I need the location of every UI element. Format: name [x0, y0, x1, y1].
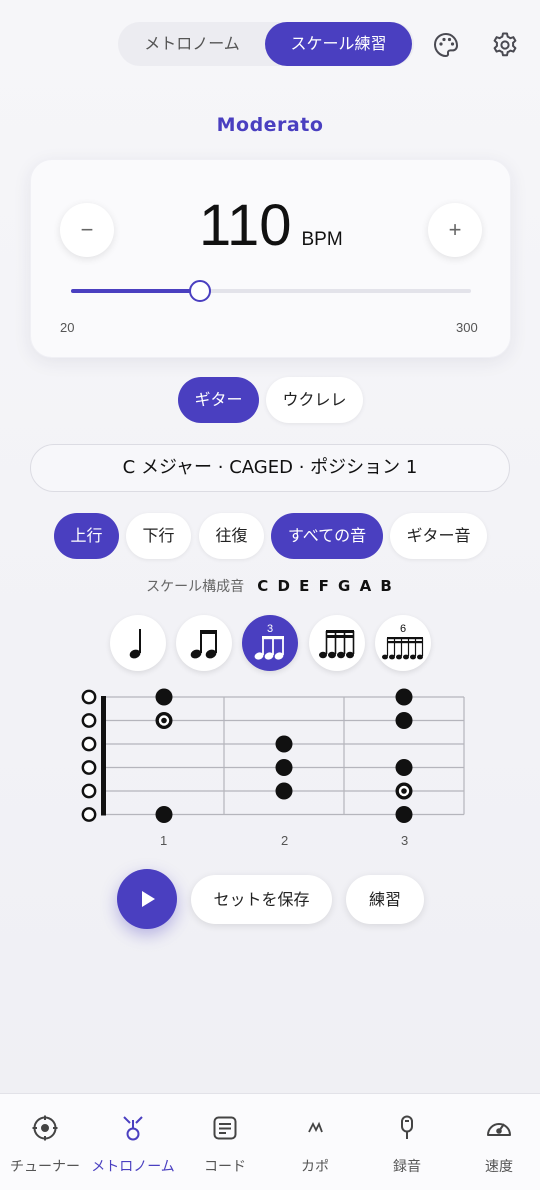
nav-speed[interactable]: 速度 — [454, 1094, 540, 1190]
open-string-marker — [81, 760, 97, 775]
scale-notes-value: C D E F G A B — [257, 577, 394, 595]
scale-note-marker — [275, 735, 293, 753]
nav-capo[interactable]: カポ — [270, 1094, 360, 1190]
triplet-icon[interactable]: 3 — [242, 615, 298, 671]
instrument-ukulele[interactable]: ウクレレ — [266, 377, 363, 423]
gear-icon[interactable] — [487, 27, 523, 63]
chord-icon — [211, 1114, 239, 1142]
notes-all[interactable]: すべての音 — [271, 513, 383, 559]
triplet-number: 3 — [267, 623, 273, 635]
decrease-bpm-button[interactable]: − — [60, 203, 114, 257]
fret-number: 1 — [160, 833, 168, 848]
sextuplet-number: 6 — [400, 623, 406, 635]
palette-icon[interactable] — [428, 27, 464, 63]
scale-note-marker — [155, 688, 173, 706]
bpm-slider-fill — [71, 289, 200, 293]
save-set-button[interactable]: セットを保存 — [191, 875, 332, 924]
bpm-display: 110 BPM — [199, 192, 343, 262]
quarter-note-icon[interactable] — [110, 615, 166, 671]
instrument-guitar[interactable]: ギター — [178, 377, 259, 423]
play-icon — [142, 891, 155, 907]
nut — [101, 696, 106, 816]
fret-number: 2 — [281, 833, 289, 848]
nav-label: チューナー — [10, 1159, 80, 1175]
speedometer-icon — [484, 1114, 514, 1142]
notes-guitar-tones[interactable]: ギター音 — [390, 513, 487, 559]
nav-label: メトロノーム — [91, 1159, 175, 1175]
nav-label: コード — [204, 1159, 246, 1175]
bpm-min-label: 20 — [60, 320, 75, 335]
nav-label: 録音 — [393, 1159, 421, 1175]
open-string-marker — [81, 807, 97, 822]
tuner-icon — [31, 1114, 59, 1142]
open-string-marker — [81, 689, 97, 705]
scale-selector[interactable]: C メジャー · CAGED · ポジション 1 — [30, 444, 510, 492]
bottom-navigation: チューナー メトロノーム コード カポ 録音 速度 — [0, 1093, 540, 1190]
bpm-slider-thumb[interactable] — [188, 280, 211, 302]
bpm-card: − 110 BPM + 20 300 — [30, 159, 511, 358]
scale-note-marker — [155, 806, 173, 823]
tab-metronome[interactable]: メトロノーム — [118, 22, 266, 66]
nav-recording[interactable]: 録音 — [362, 1094, 452, 1190]
increase-bpm-button[interactable]: + — [428, 203, 482, 257]
microphone-icon — [393, 1114, 421, 1142]
tempo-marking: Moderato — [216, 114, 324, 136]
open-string-marker — [81, 713, 97, 728]
open-string-marker — [81, 783, 97, 799]
root-note-center — [161, 717, 167, 724]
fretboard-diagram — [81, 688, 465, 823]
metronome-icon — [119, 1114, 147, 1142]
play-button[interactable] — [117, 869, 177, 929]
direction-descending[interactable]: 下行 — [126, 513, 191, 559]
open-string-marker — [81, 736, 97, 752]
scale-notes-row: スケール構成音 C D E F G A B — [0, 576, 540, 596]
nav-label: 速度 — [485, 1159, 513, 1175]
eighth-notes-icon[interactable] — [176, 615, 232, 671]
scale-note-marker — [275, 759, 293, 776]
scale-note-marker — [275, 782, 293, 800]
practice-button[interactable]: 練習 — [346, 875, 424, 924]
nav-label: カポ — [301, 1159, 329, 1175]
fret-number: 3 — [401, 833, 409, 848]
mode-segmented-control: メトロノーム スケール練習 — [118, 22, 414, 66]
nav-tuner[interactable]: チューナー — [0, 1094, 90, 1190]
sextuplet-icon[interactable]: 6 — [375, 615, 431, 671]
scale-note-marker — [395, 759, 413, 776]
nav-chord[interactable]: コード — [180, 1094, 270, 1190]
direction-ascending[interactable]: 上行 — [54, 513, 119, 559]
scale-note-marker — [395, 806, 413, 823]
bpm-value: 110 — [199, 193, 292, 258]
bpm-unit: BPM — [301, 229, 343, 250]
capo-icon — [301, 1114, 329, 1142]
sixteenth-notes-icon[interactable] — [309, 615, 365, 671]
direction-round-trip[interactable]: 往復 — [199, 513, 264, 559]
scale-note-marker — [395, 688, 413, 706]
scale-note-marker — [395, 712, 413, 729]
bpm-max-label: 300 — [456, 320, 478, 335]
nav-metronome[interactable]: メトロノーム — [88, 1094, 178, 1190]
scale-notes-label: スケール構成音 — [146, 579, 245, 595]
root-note-center — [401, 788, 407, 794]
tab-scale-practice[interactable]: スケール練習 — [265, 22, 412, 66]
